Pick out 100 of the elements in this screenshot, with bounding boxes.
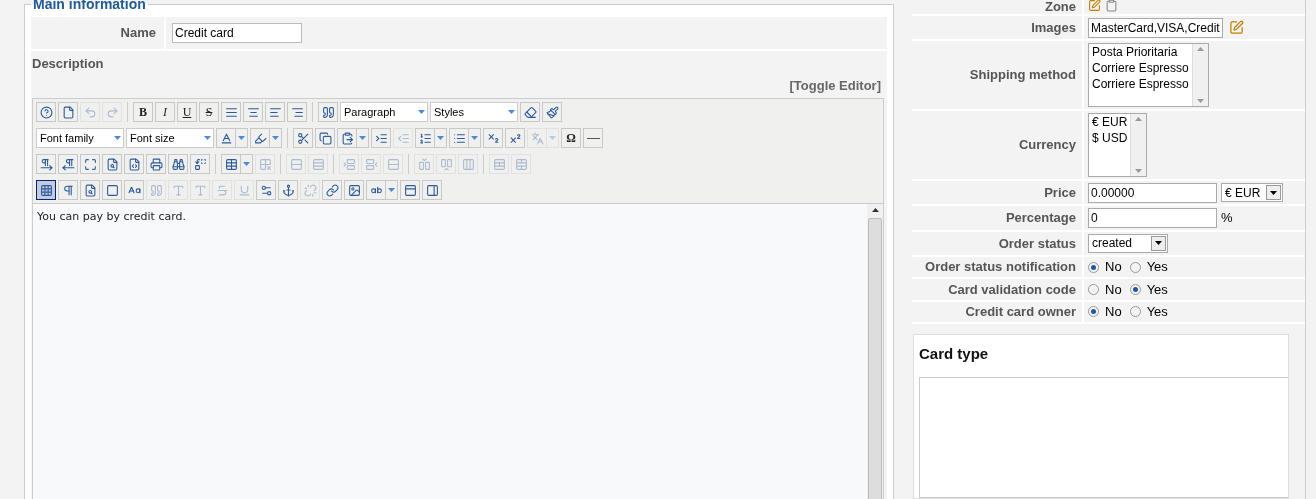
binoculars-icon [171,157,185,171]
anchor-button[interactable] [278,180,298,200]
pilcrow-button[interactable] [58,154,78,174]
dropdown-caret[interactable] [469,128,481,148]
format-button[interactable]: Ω [561,128,581,148]
format-button[interactable]: U [177,102,197,122]
align-justify-button[interactable] [221,102,241,122]
subscript-icon [486,131,500,145]
align-left-icon [268,105,282,119]
dropdown-caret[interactable] [357,128,369,148]
brush-button[interactable] [542,102,562,122]
list-option[interactable]: Posta Prioritaria [1092,44,1189,61]
code-button[interactable] [124,154,144,174]
select-field[interactable]: created [1088,233,1168,253]
bullet-list-icon [452,131,466,145]
dropdown-caret[interactable] [270,128,282,148]
caret-icon [359,136,366,140]
print-button[interactable] [146,154,166,174]
align-center-button[interactable] [243,102,263,122]
format-select[interactable]: Styles [430,102,518,122]
edit-icon[interactable] [1228,20,1244,36]
dropdown-caret[interactable] [236,128,248,148]
horizontal-rule-button[interactable] [583,128,603,148]
radio-button[interactable] [1088,284,1099,295]
merge-cells-icon [514,157,528,171]
radio-button[interactable] [1129,261,1141,273]
copy-button[interactable] [315,128,335,148]
arrow-down-icon[interactable] [1196,99,1204,104]
eraser-button[interactable] [520,102,540,122]
align-left-button[interactable] [265,102,285,122]
edit-icon[interactable] [1088,0,1101,12]
subscript-button[interactable] [483,128,503,148]
arrow-up-icon[interactable] [871,208,879,212]
list-option[interactable]: € EUR [1092,114,1128,131]
dropdown-caret[interactable] [435,128,447,148]
format-button[interactable]: I [155,102,175,122]
binoculars-button[interactable] [168,154,188,174]
caret-icon [238,136,245,140]
paste-button[interactable] [337,128,357,148]
grid-icon [39,183,53,197]
text-field[interactable]: 0.00000 [1088,182,1217,203]
frame-button[interactable] [102,180,122,200]
panel-button[interactable] [400,180,420,200]
preview-button[interactable] [102,154,122,174]
list-option[interactable]: Corriere Espresso [1092,76,1189,93]
select-field[interactable]: € EUR [1221,183,1283,203]
clipboard-icon[interactable] [1105,0,1118,12]
list-box[interactable]: € EUR $ USD [1088,113,1148,178]
cut-button[interactable] [293,128,313,148]
radio-button[interactable] [1129,284,1141,295]
format-select[interactable]: Font family [36,128,124,148]
radio-button[interactable] [1088,306,1099,318]
toggle-editor-link[interactable]: [Toggle Editor] [789,75,881,95]
quote-button[interactable] [318,102,338,122]
arrow-down-icon[interactable] [1135,169,1143,174]
superscript-button[interactable] [505,128,525,148]
styles-button[interactable] [124,180,144,200]
replace-button[interactable] [190,154,210,174]
image-button[interactable] [344,180,364,200]
list-option[interactable]: $ USD [1092,130,1128,147]
preview-button[interactable] [80,180,100,200]
panel-button[interactable] [422,180,442,200]
radio-button[interactable] [1088,261,1099,273]
text-field[interactable]: MasterCard,VISA,Credit [1088,17,1223,38]
horizontal-rule-icon [586,137,600,139]
format-select[interactable]: Font size [126,128,214,148]
fullscreen-button[interactable] [80,154,100,174]
pilcrow-button[interactable] [36,154,56,174]
numbered-list-icon [418,131,432,145]
radio-label: Yes [1146,303,1168,322]
format-button[interactable]: S [199,102,219,122]
bullet-list-button[interactable] [449,128,469,148]
link-button[interactable] [322,180,342,200]
numbered-list-button[interactable] [415,128,435,148]
text-color-button[interactable] [216,128,236,148]
scrollbar[interactable] [1191,44,1208,107]
grid-button[interactable] [36,180,56,200]
table-button[interactable] [221,154,241,174]
radio-label: Yes [1146,280,1168,299]
format-select[interactable]: Paragraph [340,102,428,122]
list-box[interactable]: Posta Prioritaria Corriere Espresso Corriere Espresso [1088,43,1209,108]
text-field[interactable]: 0 [1088,208,1217,228]
dropdown-caret[interactable] [241,154,253,174]
dropdown-caret[interactable] [386,180,398,200]
format-button[interactable]: B [133,102,153,122]
insert-row-icon [342,157,356,171]
indent-button[interactable] [371,128,391,148]
help-icon [39,105,53,119]
highlighter-button[interactable] [250,128,270,148]
letters-button[interactable] [366,180,386,200]
attributes-button[interactable] [256,180,276,200]
name-field[interactable]: Credit card [172,23,302,43]
align-right-button[interactable] [287,102,307,122]
list-option[interactable]: Corriere Espresso [1092,60,1189,77]
pilcrow-button[interactable] [58,180,78,200]
radio-button[interactable] [1129,306,1141,318]
help-button[interactable] [36,102,56,122]
document-button[interactable] [58,102,78,122]
scrollbar[interactable] [867,204,883,499]
scrollbar[interactable] [1130,114,1147,177]
